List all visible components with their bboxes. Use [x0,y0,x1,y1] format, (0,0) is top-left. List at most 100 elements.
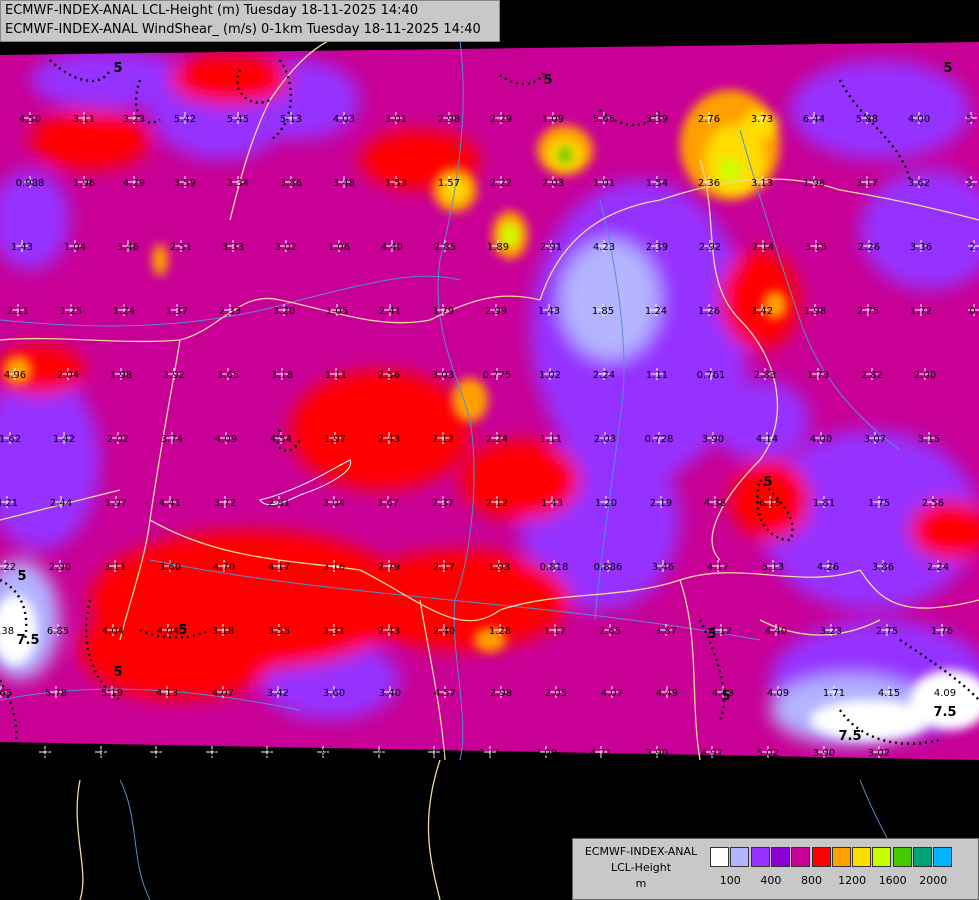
grid-value-label: 2.26 [858,242,880,253]
title-lcl-height: ECMWF-INDEX-ANAL LCL-Height (m) Tuesday … [5,3,419,18]
grid-value-label: 2.98 [490,688,512,699]
weather-map: 4.50 3.11 3.23 5.42 5.45 5.13 4.03 3.01 2.98 2.29… [0,0,979,900]
contour-label: 5 [113,665,122,680]
grid-value-label: 0.886 [594,562,623,573]
contour-label: 5 [707,627,716,642]
title-box: ECMWF-INDEX-ANAL LCL-Height (m) Tuesday … [0,0,500,42]
grid-value-label: 3.90 [702,434,724,445]
grid-value-label: 3.46 [117,242,139,253]
grid-value-label: 2.24 [486,434,508,445]
grid-value-label: 2.36 [698,178,720,189]
grid-value-label: 1.97 [105,498,127,509]
grid-value-label: 3.20 [273,306,295,317]
grid-value-label: 5.65 [593,114,615,125]
grid-value-label: 2.91 [540,242,562,253]
grid-value-label: 3.86 [872,562,894,573]
grid-value-label: 4.40 [381,242,403,253]
grid-value-label: 3.09 [535,748,557,759]
grid-value-label: 1.02 [539,370,561,381]
grid-value-label: 2.29 [490,114,512,125]
grid-value-label: 2.37 [432,498,454,509]
grid-value-label: 1.53 [385,178,407,189]
grid-value-label: 2.19 [650,498,672,509]
grid-value-label: 3.65 [217,370,239,381]
grid-value-label: 4.15 [878,688,900,699]
grid-value-label: 2.17 [433,562,455,573]
grid-value-label: 1.85 [592,306,614,317]
grid-value-label: 1.11 [325,370,347,381]
grid-value-label: 2.82 [861,370,883,381]
legend-swatch [730,847,750,867]
grid-value-label: 3.15 [805,242,827,253]
grid-value-label: 1.06 [328,242,350,253]
grid-value-label: 3.39 [646,114,668,125]
legend-swatch [770,847,790,867]
grid-value-label: 3.01 [385,114,407,125]
grid-value-label: 4.71 [590,748,612,759]
grid-value-label: 1.71 [823,688,845,699]
grid-value-label: 3.87 [655,626,677,637]
legend: ECMWF-INDEX-ANAL LCL-Height m 100 400 800 1… [572,838,979,900]
contour-label: 5 [721,689,730,704]
grid-value-label: 2.76 [698,114,720,125]
grid-value-label: 3.23 [123,114,145,125]
grid-value-label: 3.46 [652,562,674,573]
grid-value-label: 3.13 [751,178,773,189]
grid-value-label: 3.33 [222,242,244,253]
grid-value-label: 2.43 [378,434,400,445]
grid-value-label: 3.11 [73,114,95,125]
contour-label: 5 [17,569,26,584]
legend-swatch [710,847,729,867]
legend-swatch [933,847,953,867]
grid-value-label: 2.83 [754,370,776,381]
grid-value-label: 2.75 [857,306,879,317]
grid-value-label: 1.01 [593,178,615,189]
grid-value-label: 3.11 [104,562,126,573]
grid-value-label: 3.03 [432,370,454,381]
grid-value-label: 5.13 [280,114,302,125]
grid-value-label: 3.90 [646,748,668,759]
grid-value-label: 3.74 [161,434,183,445]
title-wind-shear: ECMWF-INDEX-ANAL WindShear_ (m/s) 0-1km … [5,22,481,37]
grid-value-label: 4.57 [434,688,456,699]
grid-value-label: 2.24 [593,370,615,381]
grid-value-label: 3.04 [323,498,345,509]
grid-value-label: 1.98 [312,748,334,759]
grid-value-label: 4.03 [333,114,355,125]
grid-value-label: 2.40 [433,626,455,637]
grid-value-label: 5.78 [45,688,67,699]
grid-value-label: 3.18 [271,370,293,381]
grid-value-label: 0.775 [483,370,512,381]
grid-value-label: 3.60 [159,562,181,573]
grid-value-label: 4.09 [767,688,789,699]
grid-value-label: 6.85 [47,626,69,637]
grid-value-label: 2.85 [434,242,456,253]
grid-value-label: 3.23 [820,626,842,637]
grid-value-label: 4.54 [270,434,292,445]
grid-value-label: 1.43 [538,306,560,317]
contour-label: 5 [943,61,952,76]
grid-value-label: 2.12 [486,498,508,509]
contour-label: 5 [543,73,552,88]
grid-value-label: 1.93 [488,562,510,573]
grid-value-label: 1.24 [645,306,667,317]
grid-value-label: 2.81 [268,498,290,509]
grid-value-label: 4.21 [0,498,18,509]
contour-label: 7.5 [933,705,956,720]
grid-value-label: 2.56 [922,498,944,509]
grid-value-label: 3.86 [280,178,302,189]
grid-value-label: 4.96 [4,370,26,381]
grid-value-label: 3.21 [145,748,167,759]
grid-value-label: 0.818 [540,562,569,573]
grid-value-label: 6.15 [759,498,781,509]
grid-value-label: 0. [969,306,979,317]
grid-value-label: 3.22 [0,562,16,573]
grid-value-label: 1.81 [813,498,835,509]
grid-value-label: 2.04 [57,370,79,381]
grid-value-label: 2.24 [927,562,949,573]
grid-value-label: 1.11 [646,370,668,381]
grid-value-label: 1.37 [166,306,188,317]
legend-swatch [892,847,912,867]
grid-value-label: 1.42 [53,434,75,445]
grid-value-label: 2.65 [599,626,621,637]
